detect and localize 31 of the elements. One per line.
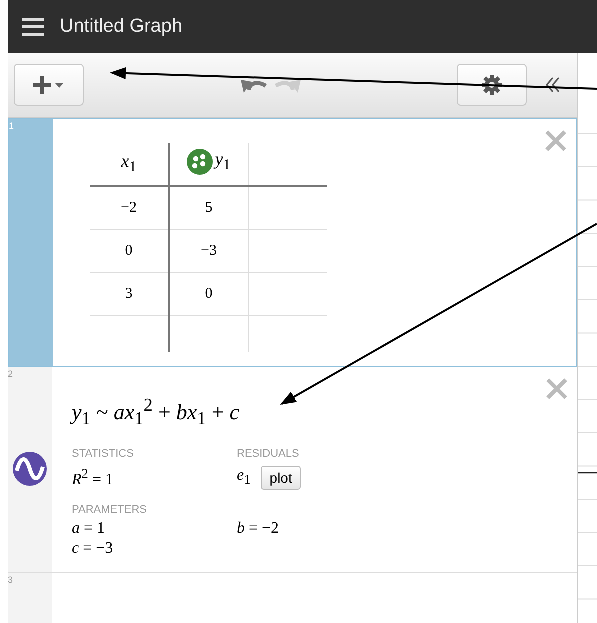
- table-cell[interactable]: −3: [169, 230, 248, 272]
- statistic-value: R$^{2}$ = 1: [72, 466, 114, 490]
- table-cell[interactable]: 0: [169, 272, 248, 316]
- line-number: 3: [8, 574, 14, 585]
- table-cell[interactable]: 3: [90, 272, 169, 316]
- table-cell[interactable]: 5: [169, 186, 248, 230]
- statistics-label: STATISTICS: [72, 448, 135, 460]
- column-header: x$_{1}$: [90, 143, 169, 186]
- regression-formula[interactable]: y$_{1}$ ~ ax$_{1}$$^{2}$ + bx$_{1}$ + c: [72, 395, 557, 430]
- collapse-icon[interactable]: [545, 77, 561, 93]
- parameter-value: b = −2: [237, 520, 280, 538]
- graph-title: Untitled Graph: [60, 16, 183, 38]
- add-button[interactable]: [14, 64, 84, 106]
- line-number: 1: [9, 121, 14, 131]
- parameter-value: c = −3: [72, 540, 114, 558]
- settings-button[interactable]: [457, 64, 527, 106]
- parameter-value: a = 1: [72, 520, 106, 538]
- menu-icon[interactable]: [22, 18, 44, 36]
- residuals-label: RESIDUALS: [237, 448, 300, 460]
- plot-button[interactable]: plot: [260, 466, 302, 490]
- gear-icon: [481, 74, 503, 96]
- line-number: 2: [8, 369, 14, 379]
- table-cell[interactable]: 0: [90, 230, 169, 272]
- expression-row[interactable]: 1 x$_{1}$ y$_{1}$ −2 5 0 −3 3 0: [8, 118, 577, 367]
- parameters-label: PARAMETERS: [72, 504, 148, 516]
- column-header: y$_{1}$: [169, 143, 248, 186]
- expression-row[interactable]: 2 y$_{1}$ ~ ax$_{1}$$^{2}$ + bx$_{1}$ + c STATISTICS RESIDUALS R$^{2}$ = 1 e$_{1}$ plot PARAMETERS a = 1 b = −2 c = −3: [8, 367, 577, 573]
- plus-icon: [32, 75, 66, 95]
- table-cell[interactable]: −2: [90, 186, 169, 230]
- point-style-icon[interactable]: [187, 148, 214, 174]
- residual-variable: e$_{1}$: [237, 467, 251, 488]
